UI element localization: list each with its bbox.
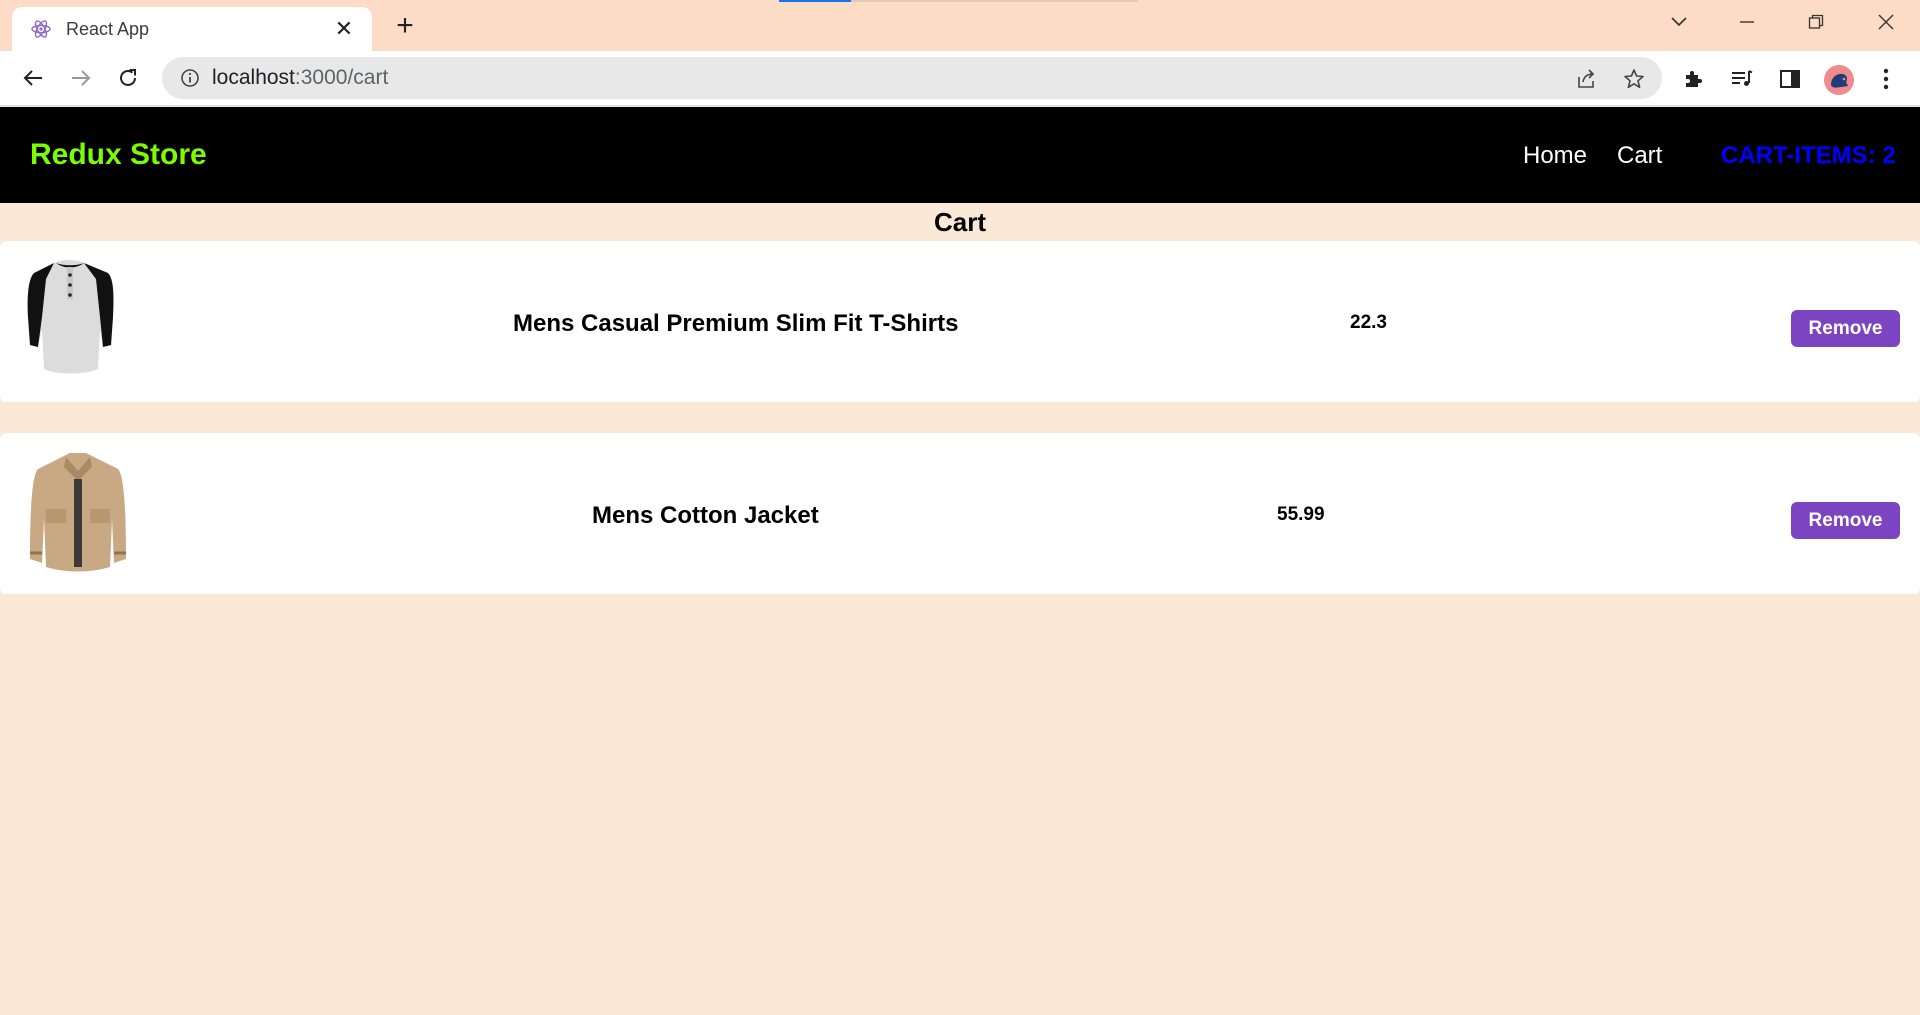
browser-tab[interactable]: React App ✕ <box>12 7 372 51</box>
cart-item: Mens Casual Premium Slim Fit T-Shirts 22… <box>0 241 1920 402</box>
reload-icon[interactable] <box>113 63 143 93</box>
product-image-jacket <box>18 449 138 577</box>
tab-strip-indicator-track <box>851 0 1138 2</box>
address-bar[interactable]: localhost:3000/cart <box>162 57 1662 99</box>
media-controls-icon[interactable] <box>1728 65 1756 93</box>
profile-avatar[interactable] <box>1824 65 1854 95</box>
product-price: 55.99 <box>1277 504 1325 525</box>
new-tab-button[interactable]: + <box>390 11 420 42</box>
extensions-icon[interactable] <box>1680 65 1708 93</box>
url-host: localhost <box>212 66 295 89</box>
product-title: Mens Cotton Jacket <box>592 502 819 529</box>
url-text: localhost:3000/cart <box>212 67 388 89</box>
close-tab-icon[interactable]: ✕ <box>332 17 356 41</box>
brand-logo[interactable]: Redux Store <box>30 137 207 173</box>
cart-item: Mens Cotton Jacket 55.99 Remove <box>0 433 1920 594</box>
back-icon[interactable] <box>18 63 48 93</box>
browser-menu-icon[interactable] <box>1872 65 1900 93</box>
remove-button[interactable]: Remove <box>1791 310 1900 347</box>
url-path: :3000/cart <box>294 66 389 89</box>
product-title: Mens Casual Premium Slim Fit T-Shirts <box>513 310 959 337</box>
app-navbar: Redux Store Home Cart CART-ITEMS: 2 <box>0 107 1920 203</box>
product-price: 22.3 <box>1350 312 1387 333</box>
bookmark-star-icon[interactable] <box>1622 67 1646 91</box>
minimize-icon[interactable] <box>1727 6 1767 38</box>
nav-link-home[interactable]: Home <box>1523 141 1587 171</box>
cart-items-count: CART-ITEMS: 2 <box>1721 142 1896 169</box>
page-title: Cart <box>933 207 986 237</box>
browser-toolbar: localhost:3000/cart <box>0 51 1920 106</box>
window-close-icon[interactable] <box>1866 6 1906 38</box>
forward-icon[interactable] <box>66 63 96 93</box>
side-panel-icon[interactable] <box>1776 65 1804 93</box>
tab-search-icon[interactable] <box>1659 6 1699 38</box>
product-image-tshirt <box>18 257 138 385</box>
remove-button[interactable]: Remove <box>1791 502 1900 539</box>
browser-tab-bar: React App ✕ + <box>0 0 1920 51</box>
react-icon <box>30 18 52 40</box>
site-info-icon[interactable] <box>180 68 200 88</box>
restore-icon[interactable] <box>1796 6 1836 38</box>
share-icon[interactable] <box>1574 67 1598 91</box>
tab-title: React App <box>66 19 150 39</box>
nav-link-cart[interactable]: Cart <box>1617 141 1662 171</box>
tab-strip-indicator <box>779 0 851 2</box>
